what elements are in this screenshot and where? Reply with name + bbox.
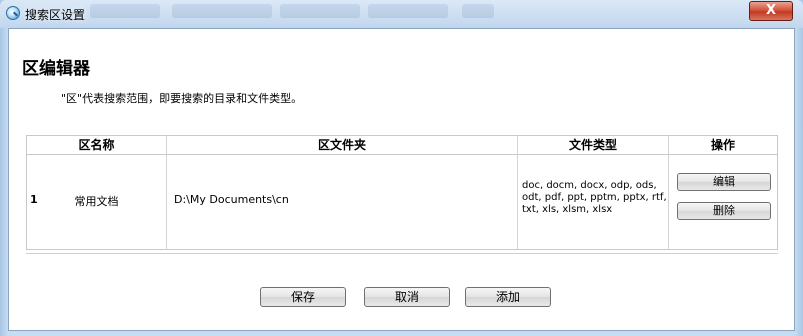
background-taskbar-blur bbox=[368, 4, 448, 18]
background-taskbar-blur bbox=[90, 4, 160, 18]
background-taskbar-blur bbox=[280, 4, 360, 18]
header-zone-folder: 区文件夹 bbox=[167, 136, 517, 155]
file-types-cell: doc, docm, docx, odp, ods, odt, pdf, ppt… bbox=[522, 180, 667, 216]
close-icon: X bbox=[765, 3, 777, 18]
column-divider bbox=[668, 136, 669, 249]
file-types-line: doc, docm, docx, odp, ods, bbox=[522, 180, 657, 191]
zone-folder-cell: D:\My Documents\cn bbox=[174, 193, 289, 206]
window-title: 搜索区设置 bbox=[25, 8, 86, 22]
save-button[interactable]: 保存 bbox=[260, 287, 346, 307]
header-actions: 操作 bbox=[669, 136, 777, 155]
delete-button[interactable]: 删除 bbox=[677, 202, 771, 220]
page-subtitle: "区"代表搜索范围，即要搜索的目录和文件类型。 bbox=[61, 92, 303, 105]
page-title: 区编辑器 bbox=[22, 59, 90, 79]
column-divider bbox=[166, 136, 167, 249]
header-file-types: 文件类型 bbox=[518, 136, 668, 155]
background-taskbar-blur bbox=[172, 4, 272, 18]
search-app-icon bbox=[6, 6, 20, 20]
file-types-line: odt, pdf, ppt, pptm, pptx, rtf, bbox=[522, 192, 667, 203]
title-bar[interactable]: 搜索区设置 X bbox=[0, 0, 803, 28]
dialog-window: 搜索区设置 X 区编辑器 "区"代表搜索范围，即要搜索的目录和文件类型。 区名称… bbox=[0, 0, 803, 336]
divider bbox=[26, 253, 778, 254]
zone-table: 区名称 区文件夹 文件类型 操作 1 常用文档 D:\My Documents\… bbox=[26, 135, 778, 250]
add-button[interactable]: 添加 bbox=[465, 287, 551, 307]
cancel-button[interactable]: 取消 bbox=[364, 287, 450, 307]
dialog-content: 区编辑器 "区"代表搜索范围，即要搜索的目录和文件类型。 区名称 区文件夹 文件… bbox=[8, 28, 795, 331]
close-button[interactable]: X bbox=[749, 1, 793, 21]
column-divider bbox=[517, 136, 518, 249]
background-taskbar-blur bbox=[462, 4, 494, 18]
file-types-line: txt, xls, xlsm, xlsx bbox=[522, 204, 613, 215]
zone-name-cell: 常用文档 bbox=[74, 195, 119, 208]
edit-button[interactable]: 编辑 bbox=[677, 173, 771, 191]
header-zone-name: 区名称 bbox=[27, 136, 166, 155]
